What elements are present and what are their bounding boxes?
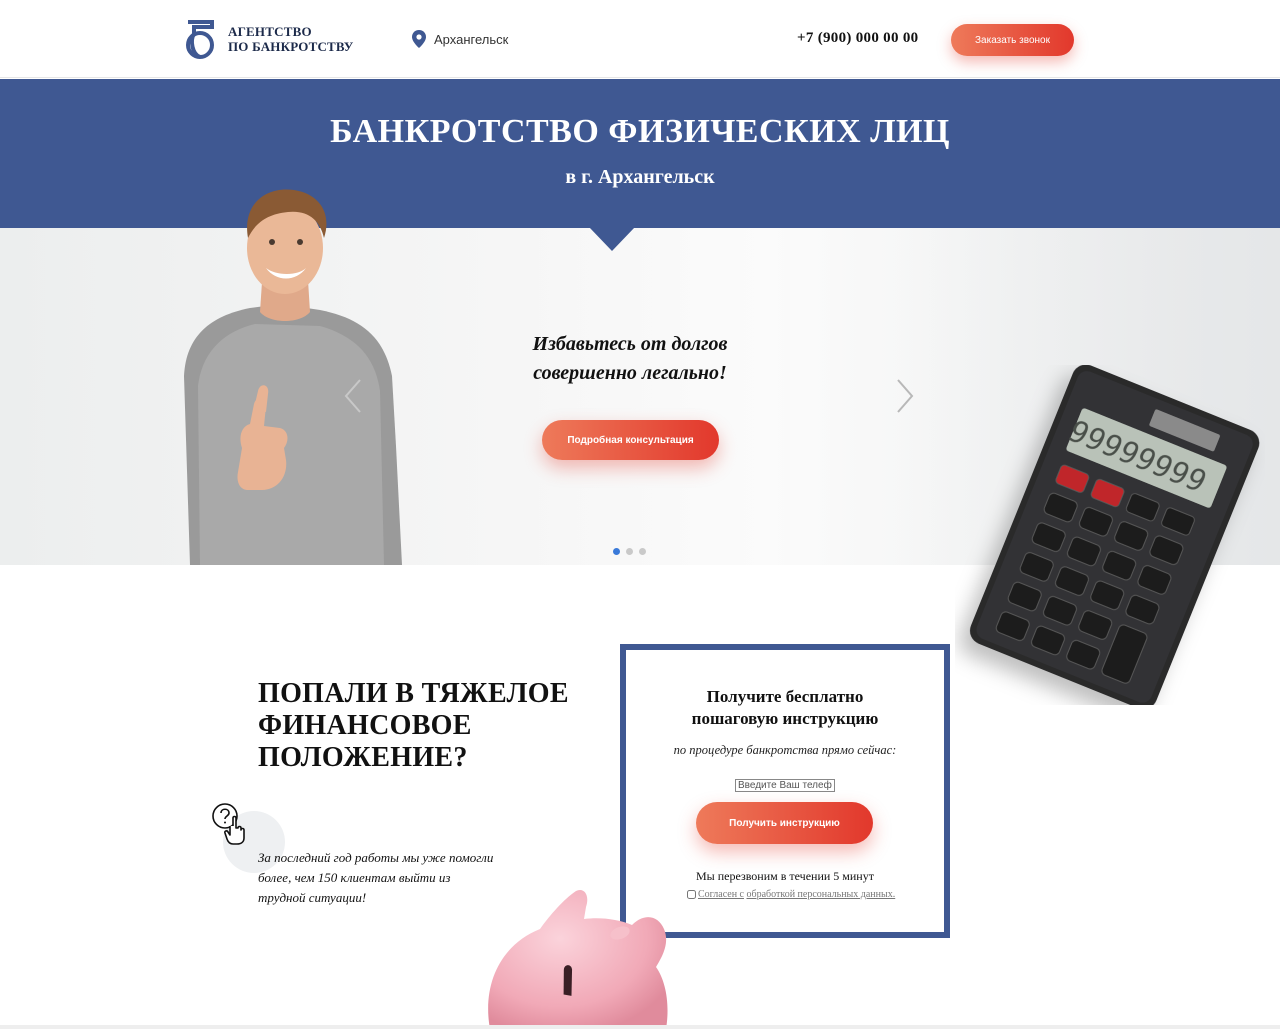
slide-caption-line-1: Избавьтесь от долгов <box>532 333 728 355</box>
logo-line-1: АГЕНТСТВО <box>228 24 312 39</box>
section-divider <box>0 1025 1280 1029</box>
calculator-image: 99999999 <box>969 365 1260 705</box>
form-title-line-1: Получите бесплатно <box>706 687 864 706</box>
form-subtitle: по процедуре банкротства прямо сейчас: <box>673 743 897 757</box>
band-pointer <box>589 227 635 251</box>
question-hand-icon <box>212 803 245 845</box>
consent-checkbox[interactable] <box>687 890 696 899</box>
consent-checkbox-label[interactable]: Согласен с обработкой персональных данны… <box>687 889 895 900</box>
chevron-left-icon[interactable] <box>342 378 364 414</box>
logo[interactable]: АГЕНТСТВО ПО БАНКРОТСТВУ <box>182 18 354 60</box>
logo-text: АГЕНТСТВО ПО БАНКРОТСТВУ <box>228 24 354 54</box>
stat-line-1: За последний год работы мы уже помогли <box>258 850 494 865</box>
problem-heading: ПОПАЛИ В ТЯЖЕЛОЕ ФИНАНСОВОЕ ПОЛОЖЕНИЕ? <box>258 678 578 774</box>
consent-text-1[interactable]: Согласен с <box>698 889 744 900</box>
stat-line-2: более, чем 150 клиентам выйти из <box>258 870 451 885</box>
phone-number[interactable]: +7 (900) 000 00 00 <box>797 30 918 47</box>
callback-button[interactable]: Заказать звонок <box>951 24 1074 56</box>
problem-heading-line-2: ФИНАНСОВОЕ <box>258 710 472 741</box>
callback-note: Мы перезвоним в течении 5 минут <box>696 869 874 883</box>
location-pin-icon <box>412 30 426 48</box>
chevron-right-icon[interactable] <box>894 378 916 414</box>
phone-input[interactable] <box>735 779 835 792</box>
consent-text-2[interactable]: обработкой персональных данных. <box>746 889 895 900</box>
form-title: Получите бесплатно пошаговую инструкцию <box>626 686 944 730</box>
city-selector[interactable]: Архангельск <box>412 30 508 48</box>
form-title-line-2: пошаговую инструкцию <box>691 709 879 728</box>
slider-dot-2[interactable] <box>626 548 633 555</box>
piggy-bank-image <box>488 889 668 1029</box>
stat-line-3: трудной ситуации! <box>258 890 367 905</box>
slider-dot-1[interactable] <box>613 548 620 555</box>
hero-title: БАНКРОТСТВО ФИЗИЧЕСКИХ ЛИЦ <box>330 113 950 150</box>
site-header: АГЕНТСТВО ПО БАНКРОТСТВУ Архангельск +7 … <box>0 0 1280 78</box>
problem-heading-line-3: ПОЛОЖЕНИЕ? <box>258 742 468 773</box>
city-label: Архангельск <box>434 31 509 47</box>
problem-heading-line-1: ПОПАЛИ В ТЯЖЕЛОЕ <box>258 678 569 709</box>
consultation-button[interactable]: Подробная консультация <box>542 420 719 460</box>
logo-b-icon <box>186 20 214 59</box>
slider-dots <box>613 548 646 555</box>
get-instruction-button[interactable]: Получить инструкцию <box>696 802 873 844</box>
logo-line-2: ПО БАНКРОТСТВУ <box>228 39 354 54</box>
slider-dot-3[interactable] <box>639 548 646 555</box>
clients-stat-text: За последний год работы мы уже помогли б… <box>258 848 518 908</box>
